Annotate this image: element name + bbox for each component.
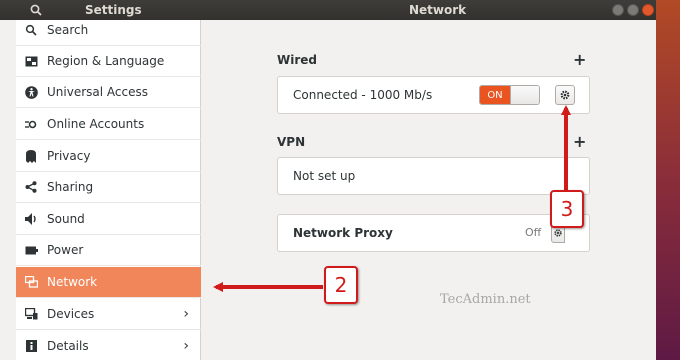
sidebar-item-details[interactable]: Details › [16,331,201,360]
sidebar-item-universal-access[interactable]: Universal Access [16,77,201,108]
universal-access-icon [24,85,38,99]
wired-status: Connected - 1000 Mb/s [293,88,433,102]
maximize-button[interactable] [627,4,639,16]
devices-icon [24,307,38,321]
sidebar-item-label: Privacy [47,149,91,163]
sidebar-item-label: Sound [47,212,85,226]
sidebar-item-search[interactable]: Search [16,15,201,46]
add-wired-button[interactable]: + [573,50,586,69]
online-accounts-icon [24,117,38,131]
sidebar-item-label: Universal Access [47,85,148,99]
sidebar-item-privacy[interactable]: Privacy [16,141,201,172]
sidebar-item-label: Power [47,243,84,257]
sharing-icon [24,180,38,194]
vpn-row: Not set up [277,157,590,195]
callout-3: 3 [550,190,584,228]
privacy-icon [24,149,38,163]
watermark: TecAdmin.net [440,292,531,307]
network-proxy-row[interactable]: Network Proxy Off [277,214,590,252]
add-vpn-button[interactable]: + [573,132,586,151]
wired-section-title: Wired [277,53,317,67]
chevron-right-icon: › [183,306,189,322]
sound-icon [24,212,38,226]
settings-window: Settings Network Search Region & Languag… [0,0,656,360]
region-icon [24,54,38,68]
sidebar-item-online-accounts[interactable]: Online Accounts [16,109,201,140]
sidebar-item-region-language[interactable]: Region & Language [16,46,201,77]
sidebar-item-label: Details [47,339,89,353]
desktop-background-right [656,0,680,360]
sidebar-item-label: Network [47,275,98,289]
network-proxy-state: Off [525,226,542,239]
sidebar-item-sharing[interactable]: Sharing [16,172,201,203]
sidebar-item-label: Online Accounts [47,117,145,131]
panel-title: Network [409,3,467,17]
sidebar-item-devices[interactable]: Devices › [16,299,201,330]
wired-toggle[interactable]: ON [479,85,540,105]
wired-connection-row: Connected - 1000 Mb/s ON [277,76,590,114]
vpn-status: Not set up [293,169,356,183]
sidebar-item-sound[interactable]: Sound [16,204,201,235]
gear-icon [560,90,570,100]
sidebar-item-label: Devices [47,307,95,321]
sidebar-item-label: Search [47,23,89,37]
callout-2: 2 [324,266,358,304]
power-icon [24,243,38,257]
network-proxy-label: Network Proxy [293,226,393,240]
search-icon [24,23,38,37]
toggle-knob [510,86,539,104]
chevron-right-icon: › [183,338,189,354]
sidebar: Search Region & Language Universal Acces… [16,20,201,360]
wired-settings-button[interactable] [555,85,575,105]
minimize-button[interactable] [612,4,624,16]
details-icon [24,339,38,353]
sidebar-item-label: Sharing [47,180,94,194]
toggle-on-label: ON [480,86,510,104]
close-button[interactable] [642,4,654,16]
network-panel: Wired + Connected - 1000 Mb/s ON VPN + N… [202,20,656,360]
sidebar-item-power[interactable]: Power [16,235,201,266]
gear-icon [554,229,562,237]
network-icon [24,275,38,289]
vpn-section-title: VPN [277,135,306,149]
sidebar-item-label: Region & Language [47,54,165,68]
sidebar-item-network[interactable]: Network [16,267,201,298]
